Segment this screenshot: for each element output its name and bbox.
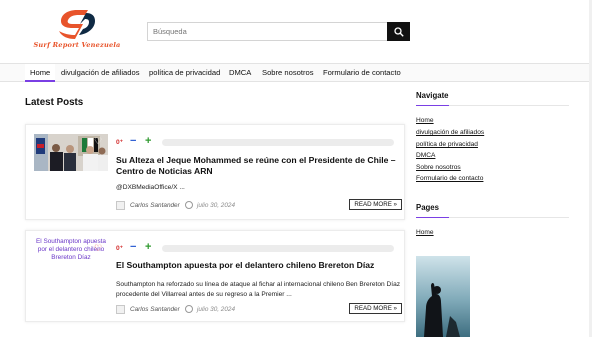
vote-progress-bar xyxy=(162,139,394,146)
post-card: ♡ 0⁺ − + Su Alteza el Jeque Mohammed se … xyxy=(25,124,405,220)
nav-item-home[interactable]: Home xyxy=(25,64,56,82)
vote-down-button[interactable]: − xyxy=(130,135,136,147)
post-author[interactable]: Carlos Santander xyxy=(130,306,180,313)
nav-item-dmca[interactable]: DMCA xyxy=(224,64,256,82)
read-more-button[interactable]: READ MORE » xyxy=(349,303,402,314)
clock-icon xyxy=(185,201,193,209)
search-input[interactable] xyxy=(147,22,387,41)
post-date: julio 30, 2024 xyxy=(197,202,236,209)
vote-down-button[interactable]: − xyxy=(130,241,136,253)
main-nav: Home divulgación de afiliados política d… xyxy=(0,63,592,82)
vote-up-button[interactable]: + xyxy=(145,241,151,253)
logo-text: Surf Report Venezuela xyxy=(33,41,121,49)
sidebar-link-privacy-policy[interactable]: política de privacidad xyxy=(416,141,478,148)
sidebar-photo-icon xyxy=(416,256,470,337)
vote-progress-bar xyxy=(162,245,394,252)
nav-item-contact[interactable]: Formulario de contacto xyxy=(318,64,406,82)
post-card: El Southampton apuesta por el delantero … xyxy=(25,230,405,322)
sidebar-link-pages-home[interactable]: Home xyxy=(416,229,434,236)
site-header: Surf Report Venezuela xyxy=(0,0,592,63)
sidebar-image[interactable] xyxy=(416,256,470,337)
post-meta: Carlos Santander julio 30, 2024 READ MOR… xyxy=(116,303,402,315)
vote-count: 0⁺ xyxy=(116,139,124,146)
clock-icon xyxy=(185,305,193,313)
sidebar-link-about[interactable]: Sobre nosotros xyxy=(416,164,461,171)
divider xyxy=(416,217,569,218)
post-author[interactable]: Carlos Santander xyxy=(130,202,180,209)
sidebar-link-home[interactable]: Home xyxy=(416,117,434,124)
sidebar-link-affiliate-disclosure[interactable]: divulgación de afiliados xyxy=(416,129,484,136)
site-logo[interactable]: Surf Report Venezuela xyxy=(27,8,127,53)
search-icon xyxy=(393,26,404,37)
sidebar-link-contact[interactable]: Formulario de contacto xyxy=(416,175,483,182)
post-excerpt: @DXBMediaOffice/X ... xyxy=(116,184,185,191)
post-excerpt: Southampton ha reforzado su línea de ata… xyxy=(116,281,401,298)
favorite-icon[interactable]: ♡ xyxy=(94,243,102,254)
section-title: Latest Posts xyxy=(25,97,84,108)
post-title[interactable]: Su Alteza el Jeque Mohammed se reúne con… xyxy=(116,155,401,176)
search-form xyxy=(147,22,410,41)
nav-item-affiliate-disclosure[interactable]: divulgación de afiliados xyxy=(56,64,145,82)
sidebar-navigate-title: Navigate xyxy=(416,91,449,100)
favorite-icon[interactable]: ♡ xyxy=(94,136,102,147)
avatar xyxy=(116,305,125,314)
nav-item-about[interactable]: Sobre nosotros xyxy=(257,64,319,82)
logo-mark-icon xyxy=(59,10,95,39)
vote-count: 0⁺ xyxy=(116,245,124,252)
post-date: julio 30, 2024 xyxy=(197,306,236,313)
read-more-button[interactable]: READ MORE » xyxy=(349,199,402,210)
sidebar-link-dmca[interactable]: DMCA xyxy=(416,152,435,159)
vote-up-button[interactable]: + xyxy=(145,135,151,147)
post-title[interactable]: El Southampton apuesta por el delantero … xyxy=(116,260,401,271)
search-button[interactable] xyxy=(387,22,410,41)
avatar xyxy=(116,201,125,210)
divider xyxy=(416,105,569,106)
sidebar-pages-title: Pages xyxy=(416,203,439,212)
post-thumbnail[interactable]: ♡ xyxy=(34,134,108,171)
nav-item-privacy-policy[interactable]: política de privacidad xyxy=(144,64,225,82)
post-meta: Carlos Santander julio 30, 2024 READ MOR… xyxy=(116,199,402,211)
